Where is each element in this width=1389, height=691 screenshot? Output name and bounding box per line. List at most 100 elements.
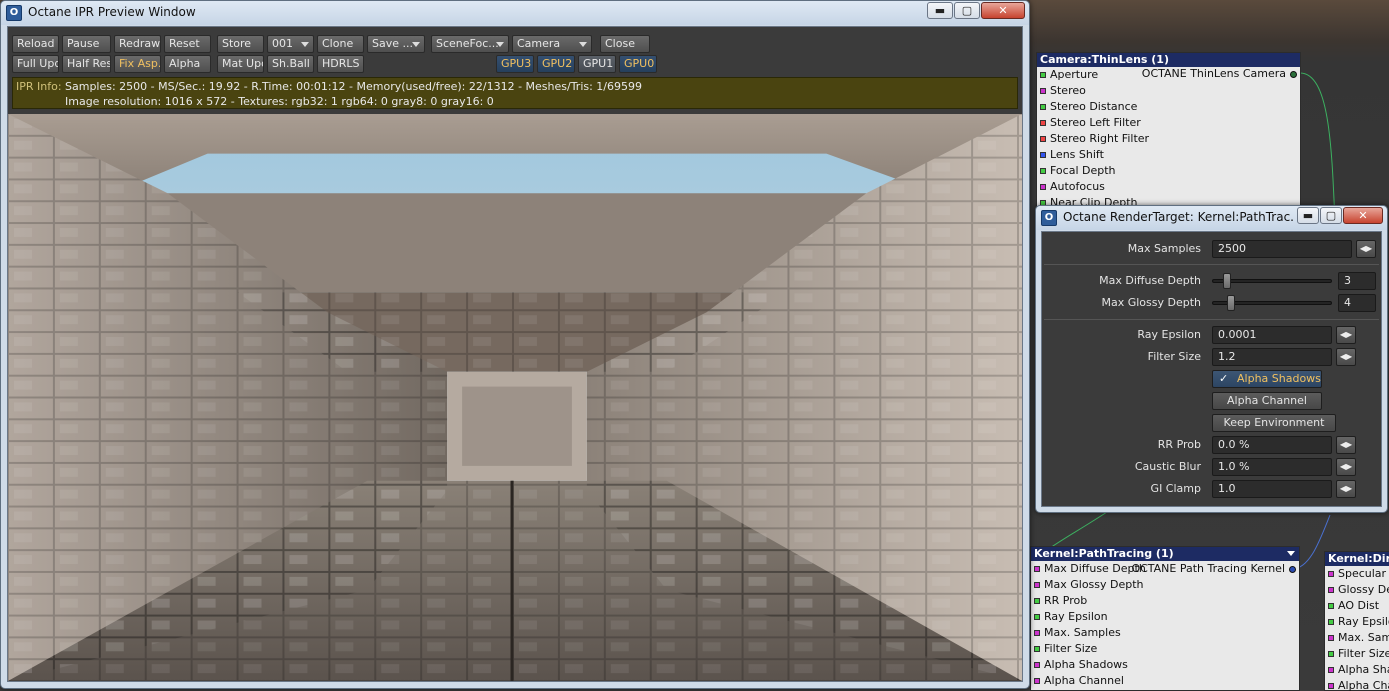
kernel-node-pin-row[interactable]: Filter Size [1031, 641, 1299, 657]
filter-size-input[interactable]: 1.2 [1212, 348, 1332, 366]
ipr-preview-window[interactable]: O Octane IPR Preview Window ▬ ▢ ✕ Reload… [0, 0, 1030, 689]
direct-node-pin-row[interactable]: Specular D [1325, 566, 1389, 582]
kernel-node-pin-row[interactable]: Alpha Shadows [1031, 657, 1299, 673]
gpu3-toggle[interactable]: GPU3 [496, 55, 534, 73]
clone-button[interactable]: Clone [317, 35, 364, 53]
pause-button[interactable]: Pause [62, 35, 111, 53]
camera-node-input-pin[interactable] [1040, 120, 1046, 126]
close-button[interactable]: Close [600, 35, 650, 53]
camera-node-input-pin[interactable] [1040, 168, 1046, 174]
direct-node-input-pin[interactable] [1328, 683, 1334, 689]
kernel-node-input-pin[interactable] [1034, 598, 1040, 604]
material-update-button[interactable]: Mat Upd [217, 55, 264, 73]
gpu1-toggle[interactable]: GPU1 [578, 55, 616, 73]
scene-focus-dropdown[interactable]: SceneFoc... [431, 35, 509, 53]
kernel-node-pin-row[interactable]: Ray Epsilon [1031, 609, 1299, 625]
gi-clamp-spinner[interactable]: ◀▶ [1336, 480, 1356, 498]
rr-prob-spinner[interactable]: ◀▶ [1336, 436, 1356, 454]
render-target-window[interactable]: O Octane RenderTarget: Kernel:PathTrac..… [1035, 205, 1388, 513]
camera-thinlens-node[interactable]: Camera:ThinLens (1) OCTANE ThinLens Came… [1036, 52, 1301, 209]
render-viewport[interactable] [8, 114, 1022, 681]
direct-node-pin-row[interactable]: Alpha Shad [1325, 662, 1389, 678]
camera-node-pin-row[interactable]: Stereo Left Filter [1037, 115, 1300, 131]
camera-node-pin-row[interactable]: Aperture [1037, 67, 1300, 83]
ipr-titlebar[interactable]: O Octane IPR Preview Window ▬ ▢ ✕ [1, 1, 1029, 25]
direct-node-input-pin[interactable] [1328, 571, 1334, 577]
caustic-blur-input[interactable]: 1.0 % [1212, 458, 1332, 476]
kernel-node-pin-row[interactable]: Max Diffuse Depth [1031, 561, 1299, 577]
rr-prob-input[interactable]: 0.0 % [1212, 436, 1332, 454]
alpha-shadows-toggle[interactable]: ✓ Alpha Shadows [1212, 370, 1322, 388]
alpha-button[interactable]: Alpha [164, 55, 211, 73]
direct-node-pin-row[interactable]: Alpha Chan [1325, 678, 1389, 691]
store-button[interactable]: Store [217, 35, 264, 53]
direct-node-pin-row[interactable]: Max. Samp [1325, 630, 1389, 646]
kernel-node-pin-row[interactable]: Max Glossy Depth [1031, 577, 1299, 593]
camera-node-pin-row[interactable]: Stereo Distance [1037, 99, 1300, 115]
half-res-button[interactable]: Half Res [62, 55, 111, 73]
minimize-button[interactable]: ▬ [1297, 207, 1319, 224]
kernel-node-input-pin[interactable] [1034, 662, 1040, 668]
direct-node-pin-row[interactable]: Glossy Dep [1325, 582, 1389, 598]
direct-node-input-pin[interactable] [1328, 619, 1334, 625]
chevron-down-icon[interactable] [1287, 551, 1295, 556]
gpu2-toggle[interactable]: GPU2 [537, 55, 575, 73]
kernel-pathtracing-node[interactable]: Kernel:PathTracing (1) OCTANE Path Traci… [1030, 546, 1300, 691]
reload-button[interactable]: Reload [12, 35, 59, 53]
slot-dropdown[interactable]: 001 [267, 35, 314, 53]
max-samples-spinner[interactable]: ◀▶ [1356, 240, 1376, 258]
caustic-blur-spinner[interactable]: ◀▶ [1336, 458, 1356, 476]
kernel-node-pin-row[interactable]: RR Prob [1031, 593, 1299, 609]
full-update-button[interactable]: Full Upd. [12, 55, 59, 73]
direct-node-pin-row[interactable]: Ray Epsilo [1325, 614, 1389, 630]
rt-titlebar[interactable]: O Octane RenderTarget: Kernel:PathTrac..… [1036, 206, 1387, 230]
direct-node-title[interactable]: Kernel:Direct [1325, 552, 1389, 566]
kernel-node-input-pin[interactable] [1034, 614, 1040, 620]
camera-node-title[interactable]: Camera:ThinLens (1) [1037, 53, 1300, 67]
max-diffuse-input[interactable]: 3 [1338, 272, 1376, 290]
save-dropdown[interactable]: Save ... [367, 35, 425, 53]
direct-node-input-pin[interactable] [1328, 603, 1334, 609]
gi-clamp-input[interactable]: 1.0 [1212, 480, 1332, 498]
camera-node-input-pin[interactable] [1040, 88, 1046, 94]
camera-node-pin-row[interactable]: Focal Depth [1037, 163, 1300, 179]
reset-button[interactable]: Reset [164, 35, 211, 53]
maximize-button[interactable]: ▢ [1320, 207, 1342, 224]
kernel-node-input-pin[interactable] [1034, 630, 1040, 636]
camera-node-input-pin[interactable] [1040, 72, 1046, 78]
kernel-node-input-pin[interactable] [1034, 646, 1040, 652]
camera-node-pin-row[interactable]: Lens Shift [1037, 147, 1300, 163]
direct-node-pin-row[interactable]: Filter Size [1325, 646, 1389, 662]
kernel-node-input-pin[interactable] [1034, 678, 1040, 684]
ray-epsilon-spinner[interactable]: ◀▶ [1336, 326, 1356, 344]
direct-node-pin-row[interactable]: AO Dist [1325, 598, 1389, 614]
maximize-button[interactable]: ▢ [954, 2, 980, 19]
shader-ball-button[interactable]: Sh.Ball [267, 55, 314, 73]
direct-node-input-pin[interactable] [1328, 667, 1334, 673]
keep-environment-toggle[interactable]: Keep Environment [1212, 414, 1336, 432]
fix-aspect-button[interactable]: Fix Asp. [114, 55, 161, 73]
camera-node-input-pin[interactable] [1040, 184, 1046, 190]
ray-epsilon-input[interactable]: 0.0001 [1212, 326, 1332, 344]
direct-node-input-pin[interactable] [1328, 587, 1334, 593]
minimize-button[interactable]: ▬ [927, 2, 953, 19]
direct-node-input-pin[interactable] [1328, 651, 1334, 657]
camera-node-input-pin[interactable] [1040, 136, 1046, 142]
camera-node-input-pin[interactable] [1040, 152, 1046, 158]
hdrls-button[interactable]: HDRLS [317, 55, 364, 73]
alpha-channel-toggle[interactable]: Alpha Channel [1212, 392, 1322, 410]
camera-node-pin-row[interactable]: Stereo [1037, 83, 1300, 99]
camera-node-pin-row[interactable]: Autofocus [1037, 179, 1300, 195]
camera-dropdown[interactable]: Camera [512, 35, 592, 53]
camera-node-pin-row[interactable]: Stereo Right Filter [1037, 131, 1300, 147]
kernel-node-pin-row[interactable]: Max. Samples [1031, 625, 1299, 641]
max-samples-input[interactable]: 2500 [1212, 240, 1352, 258]
max-glossy-slider-handle[interactable] [1226, 295, 1235, 311]
kernel-node-input-pin[interactable] [1034, 566, 1040, 572]
max-diffuse-slider-handle[interactable] [1223, 273, 1232, 289]
kernel-direct-node[interactable]: Kernel:Direct Specular D Glossy Dep AO Dis… [1324, 551, 1389, 691]
close-window-button[interactable]: ✕ [1343, 207, 1383, 224]
max-glossy-input[interactable]: 4 [1338, 294, 1376, 312]
kernel-node-pin-row[interactable]: Alpha Channel [1031, 673, 1299, 689]
kernel-node-input-pin[interactable] [1034, 582, 1040, 588]
